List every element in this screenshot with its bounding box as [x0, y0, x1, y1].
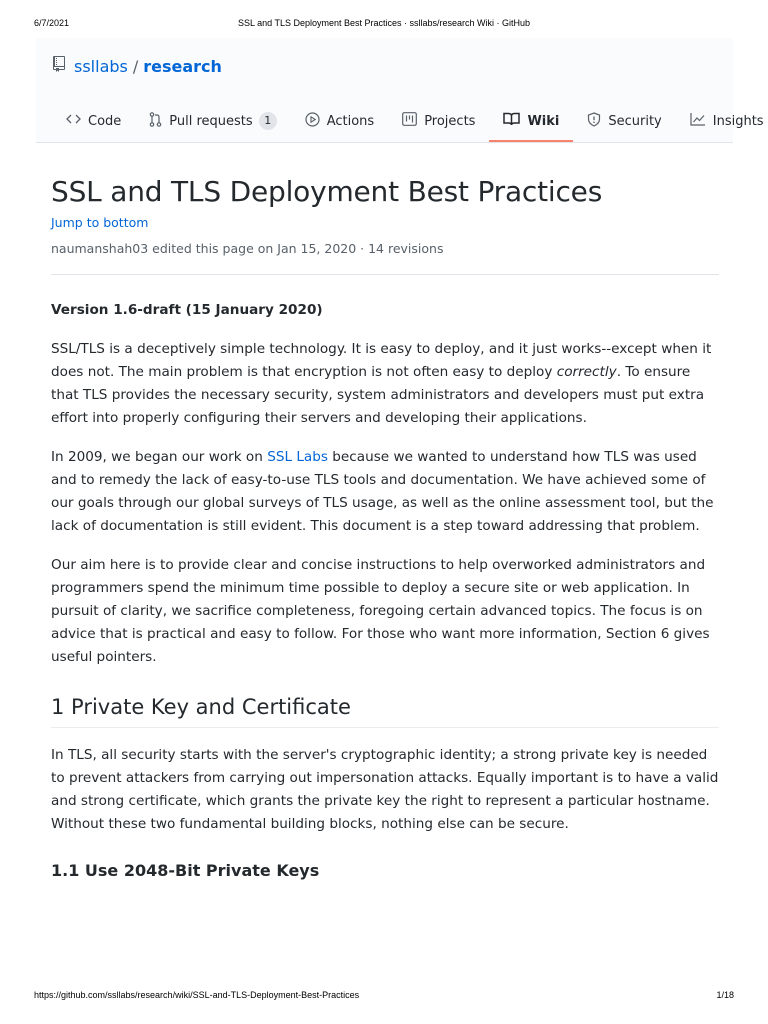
- code-icon: [66, 113, 88, 129]
- wiki-body: Version 1.6-draft (15 January 2020) SSL/…: [51, 299, 719, 882]
- print-url: https://github.com/ssllabs/research/wiki…: [34, 990, 360, 1000]
- wiki-content: SSL and TLS Deployment Best Practices Ju…: [51, 142, 719, 882]
- tab-security[interactable]: Security: [573, 100, 675, 142]
- paragraph-history: In 2009, we began our work on SSL Labs b…: [51, 446, 719, 538]
- divider: [51, 274, 719, 275]
- repository-header: ssllabs / research Code Pull requests 1: [36, 38, 764, 143]
- tab-code-label: Code: [88, 113, 122, 129]
- paragraph-aim: Our aim here is to provide clear and con…: [51, 557, 710, 665]
- repo-owner-link[interactable]: ssllabs: [74, 57, 128, 76]
- pull-requests-counter: 1: [258, 112, 277, 130]
- print-page-number: 1/18: [716, 990, 734, 1000]
- tab-actions-label: Actions: [326, 113, 375, 129]
- tab-projects[interactable]: Projects: [388, 100, 489, 142]
- tab-actions[interactable]: Actions: [291, 100, 389, 142]
- tab-wiki-label: Wiki: [527, 113, 560, 129]
- tab-pull-requests[interactable]: Pull requests 1: [135, 100, 290, 142]
- section-heading-private-key: 1 Private Key and Certificate: [51, 693, 719, 728]
- repo-name-link[interactable]: research: [143, 57, 222, 76]
- play-icon: [305, 111, 327, 131]
- emphasis-correctly: correctly: [556, 364, 617, 380]
- print-footer: https://github.com/ssllabs/research/wiki…: [34, 990, 734, 1002]
- subsection-heading-2048-bit: 1.1 Use 2048-Bit Private Keys: [51, 861, 320, 880]
- tab-projects-label: Projects: [424, 113, 476, 129]
- repo-icon: [52, 56, 74, 76]
- repo-separator: /: [132, 56, 139, 76]
- tab-pull-requests-label: Pull requests: [169, 113, 253, 129]
- git-pull-request-icon: [149, 111, 169, 131]
- edit-meta: naumanshah03 edited this page on Jan 15,…: [51, 241, 444, 256]
- ssl-labs-link[interactable]: SSL Labs: [267, 449, 328, 465]
- book-icon: [503, 112, 527, 130]
- jump-to-bottom-link[interactable]: Jump to bottom: [51, 214, 719, 232]
- repo-tabs: Code Pull requests 1 Actions Projects Wi…: [52, 100, 768, 142]
- paragraph-intro: SSL/TLS is a deceptively simple technolo…: [51, 338, 719, 430]
- project-icon: [402, 112, 424, 130]
- tab-security-label: Security: [608, 113, 662, 129]
- printed-page: 6/7/2021 SSL and TLS Deployment Best Pra…: [0, 0, 768, 1024]
- graph-icon: [690, 112, 713, 130]
- repo-title: ssllabs / research: [52, 56, 222, 76]
- tab-wiki[interactable]: Wiki: [489, 100, 574, 142]
- shield-icon: [587, 111, 608, 131]
- page-title: SSL and TLS Deployment Best Practices: [51, 175, 603, 208]
- tab-insights-label: Insights: [712, 113, 764, 129]
- paragraph-history-part1: In 2009, we began our work on: [51, 449, 268, 465]
- print-header: 6/7/2021 SSL and TLS Deployment Best Pra…: [34, 18, 734, 32]
- print-title: SSL and TLS Deployment Best Practices · …: [237, 18, 531, 28]
- tab-insights[interactable]: Insights: [676, 100, 768, 142]
- tab-code[interactable]: Code: [52, 100, 135, 142]
- paragraph-private-key: In TLS, all security starts with the ser…: [51, 747, 719, 832]
- version-line: Version 1.6-draft (15 January 2020): [51, 302, 323, 318]
